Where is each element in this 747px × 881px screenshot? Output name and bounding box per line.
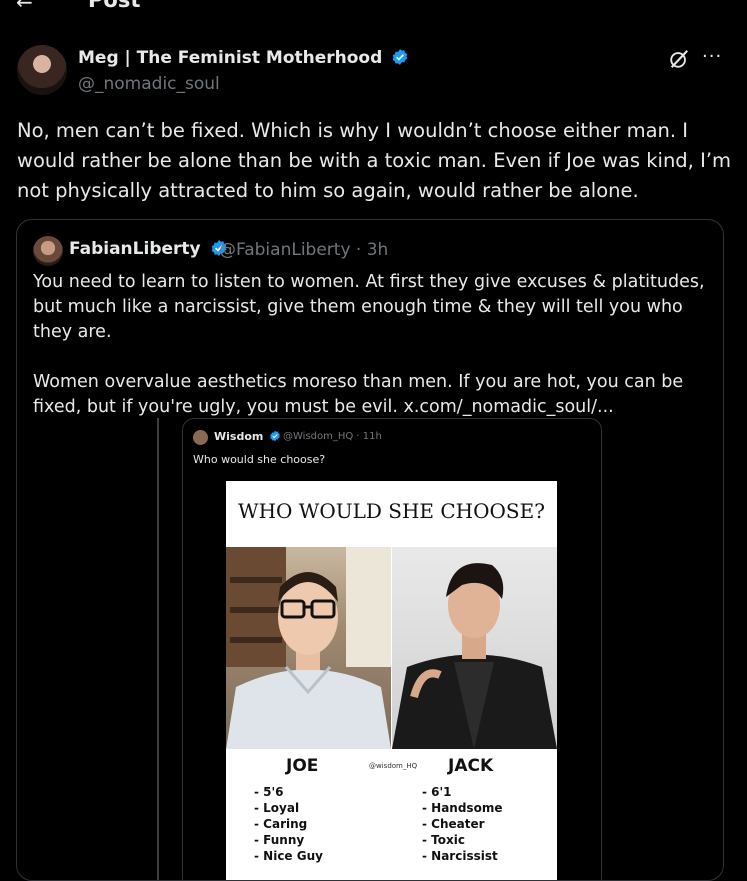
page-title: Post bbox=[88, 0, 141, 12]
top-bar: ← Post bbox=[0, 0, 747, 12]
more-icon[interactable]: ··· bbox=[702, 46, 722, 67]
jack-trait: - Toxic bbox=[422, 833, 465, 847]
quoted-author-name-row[interactable]: FabianLiberty bbox=[69, 239, 228, 259]
joe-trait: - Loyal bbox=[254, 801, 300, 815]
quoted-post[interactable]: FabianLiberty @FabianLiberty · 3h You ne… bbox=[16, 219, 724, 881]
joe-trait: - Nice Guy bbox=[254, 849, 323, 863]
author-handle[interactable]: @_nomadic_soul bbox=[78, 74, 220, 94]
embedded-tweet-text: Who would she choose? bbox=[193, 453, 326, 466]
author-name[interactable]: Meg | The Feminist Motherhood bbox=[78, 48, 382, 68]
quoted-author-name[interactable]: FabianLiberty bbox=[69, 239, 201, 259]
post-text: No, men can’t be fixed. Which is why I w… bbox=[17, 119, 732, 202]
photo-joe bbox=[226, 547, 391, 749]
joe-trait: - Caring bbox=[254, 817, 308, 831]
meme-watermark: @wisdom_HQ bbox=[369, 762, 418, 770]
photo-jack-illustration bbox=[392, 563, 557, 749]
quoted-author-handle[interactable]: @FabianLiberty · 3h bbox=[219, 240, 388, 260]
photo-joe-illustration bbox=[226, 547, 391, 749]
media-divider bbox=[157, 418, 159, 880]
meme-title: WHO WOULD SHE CHOOSE? bbox=[238, 499, 545, 523]
back-arrow-icon[interactable]: ← bbox=[16, 0, 33, 12]
embedded-author-handle: @Wisdom_HQ · 11h bbox=[283, 431, 382, 442]
embedded-author-name-row: Wisdom bbox=[214, 430, 281, 443]
verified-icon bbox=[270, 430, 281, 442]
jack-trait: - Handsome bbox=[422, 801, 503, 815]
joe-traits: - 5'6 - Loyal - Caring - Funny - Nice Gu… bbox=[254, 784, 323, 864]
quoted-paragraph-2: Women overvalue aesthetics moreso than m… bbox=[33, 372, 684, 417]
embedded-author-name: Wisdom bbox=[214, 430, 264, 443]
quoted-post-text: You need to learn to listen to women. At… bbox=[33, 270, 713, 420]
quoted-media[interactable]: Wisdom @Wisdom_HQ · 11h Who would she ch… bbox=[157, 418, 602, 880]
quoted-author-avatar[interactable] bbox=[33, 236, 63, 266]
author-name-row[interactable]: Meg | The Feminist Motherhood bbox=[78, 48, 409, 68]
embedded-author-avatar bbox=[193, 430, 208, 445]
grok-icon[interactable] bbox=[668, 48, 690, 70]
label-jack: JACK bbox=[448, 756, 494, 776]
quoted-paragraph-1: You need to learn to listen to women. At… bbox=[33, 272, 705, 342]
photo-jack bbox=[392, 547, 557, 749]
jack-trait: - 6'1 bbox=[422, 785, 452, 799]
jack-traits: - 6'1 - Handsome - Cheater - Toxic - Nar… bbox=[422, 784, 502, 864]
joe-trait: - Funny bbox=[254, 833, 305, 847]
meme-image: WHO WOULD SHE CHOOSE? JOE @wisdom_HQ JAC… bbox=[226, 481, 557, 880]
jack-trait: - Cheater bbox=[422, 817, 485, 831]
verified-icon bbox=[392, 49, 408, 65]
embedded-tweet-screenshot: Wisdom @Wisdom_HQ · 11h Who would she ch… bbox=[182, 418, 602, 880]
author-avatar[interactable] bbox=[17, 45, 67, 95]
joe-trait: - 5'6 bbox=[254, 785, 284, 799]
label-joe: JOE bbox=[286, 756, 319, 776]
jack-trait: - Narcissist bbox=[422, 849, 498, 863]
